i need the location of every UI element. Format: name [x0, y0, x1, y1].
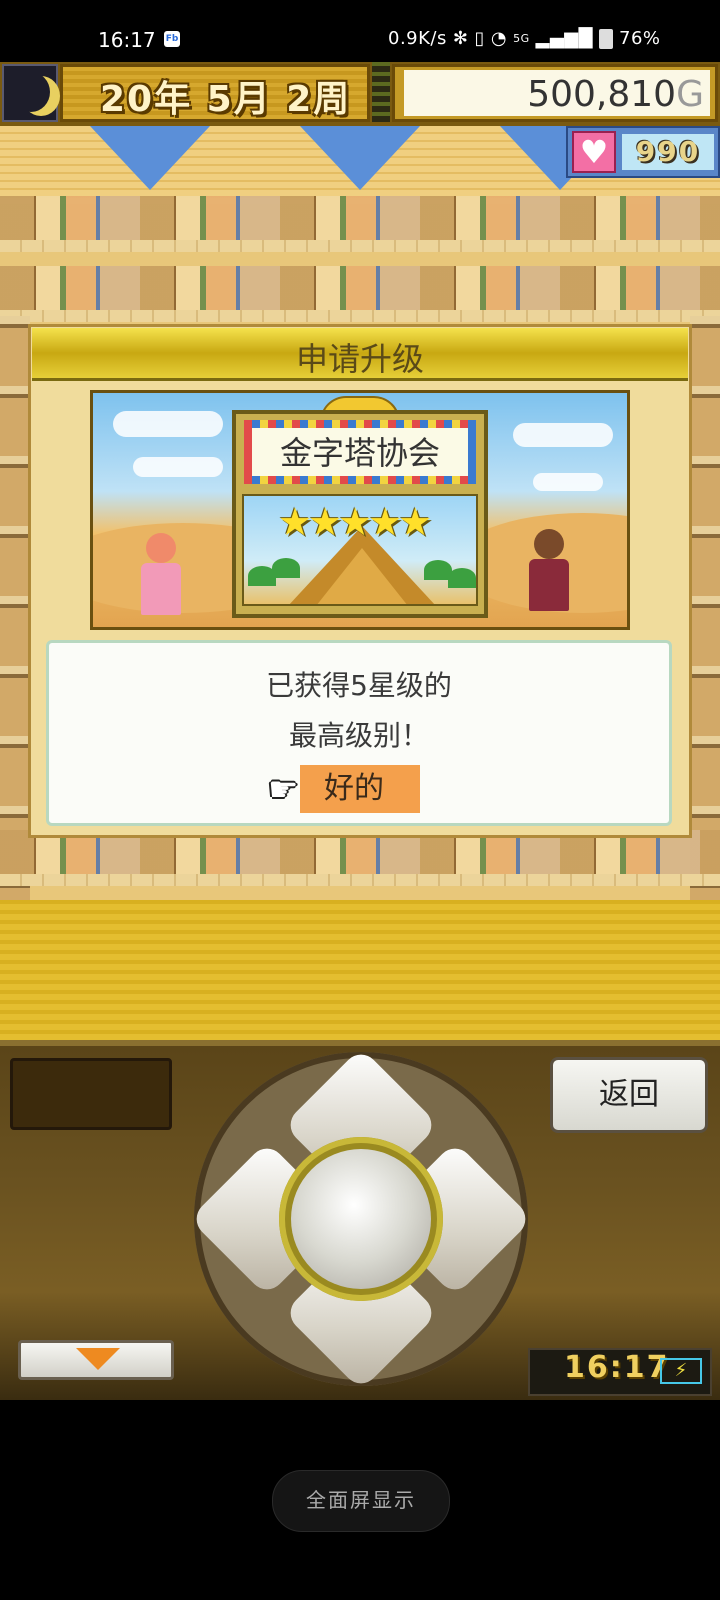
battery-icon — [599, 28, 613, 49]
dialog-title: 申请升级 — [295, 340, 424, 378]
battery-percent: 76% — [619, 28, 661, 49]
controller-edge — [0, 1040, 720, 1046]
network-type: 5G — [513, 32, 530, 45]
cloud — [113, 411, 223, 437]
vibrate-icon: ▯ — [474, 28, 485, 49]
cloud — [513, 423, 613, 447]
right-shop-column — [690, 316, 720, 900]
sand-ground — [0, 900, 720, 1040]
fullscreen-button[interactable]: 全面屏显示 — [272, 1470, 450, 1532]
plaque-title: 金字塔协会 — [279, 434, 440, 472]
network-speed: 0.9K/s — [388, 28, 447, 49]
left-shop-column — [0, 316, 30, 900]
bluetooth-icon: ✻ — [452, 28, 469, 49]
money-value: 500,810 — [527, 74, 677, 115]
shop-row — [0, 266, 720, 310]
star-rating: ★★★★★ — [278, 500, 432, 544]
charging-battery-icon: ⚡ — [660, 1358, 702, 1384]
walkway — [0, 310, 720, 322]
info-slot — [10, 1058, 172, 1130]
ok-button[interactable]: 好的 — [300, 765, 420, 813]
alarm-icon: ◔ — [490, 28, 508, 49]
heart-icon: ♥ — [572, 131, 616, 173]
status-time: 16:17 — [98, 28, 156, 52]
pointing-hand-icon: ☛ — [268, 770, 299, 810]
confirm-button[interactable] — [291, 1149, 431, 1289]
sky-gap — [90, 126, 210, 190]
cloud — [133, 457, 223, 477]
back-button[interactable]: 返回 — [550, 1057, 708, 1133]
palm-tree — [272, 558, 300, 578]
hud-divider — [372, 62, 390, 122]
walkway — [0, 874, 720, 886]
crescent-moon-icon — [2, 64, 58, 122]
shop-row — [0, 196, 720, 240]
pyramid-face — [316, 548, 408, 604]
message-line-2: 最高级别！ — [288, 719, 429, 752]
cloud — [533, 473, 603, 491]
status-indicators: 0.9K/s ✻ ▯ ◔ 5G ▂▄▆█ 76% — [388, 28, 661, 49]
app-notification-icon: Fb — [164, 31, 180, 47]
walkway — [0, 240, 720, 252]
game-date: 20年 5月 2周 — [100, 79, 352, 120]
female-character — [139, 533, 183, 615]
down-arrow-icon — [76, 1348, 120, 1370]
palm-tree — [448, 568, 476, 588]
signal-icon: ▂▄▆█ — [535, 28, 593, 49]
sky-gap — [300, 126, 420, 190]
money-unit: G — [676, 74, 704, 115]
message-line-1: 已获得5星级的 — [266, 669, 452, 702]
hearts-count: 990 — [622, 134, 714, 170]
device-clock: 16:17 — [564, 1350, 670, 1385]
male-character — [527, 529, 571, 611]
money-display: 500,810G — [404, 70, 704, 116]
